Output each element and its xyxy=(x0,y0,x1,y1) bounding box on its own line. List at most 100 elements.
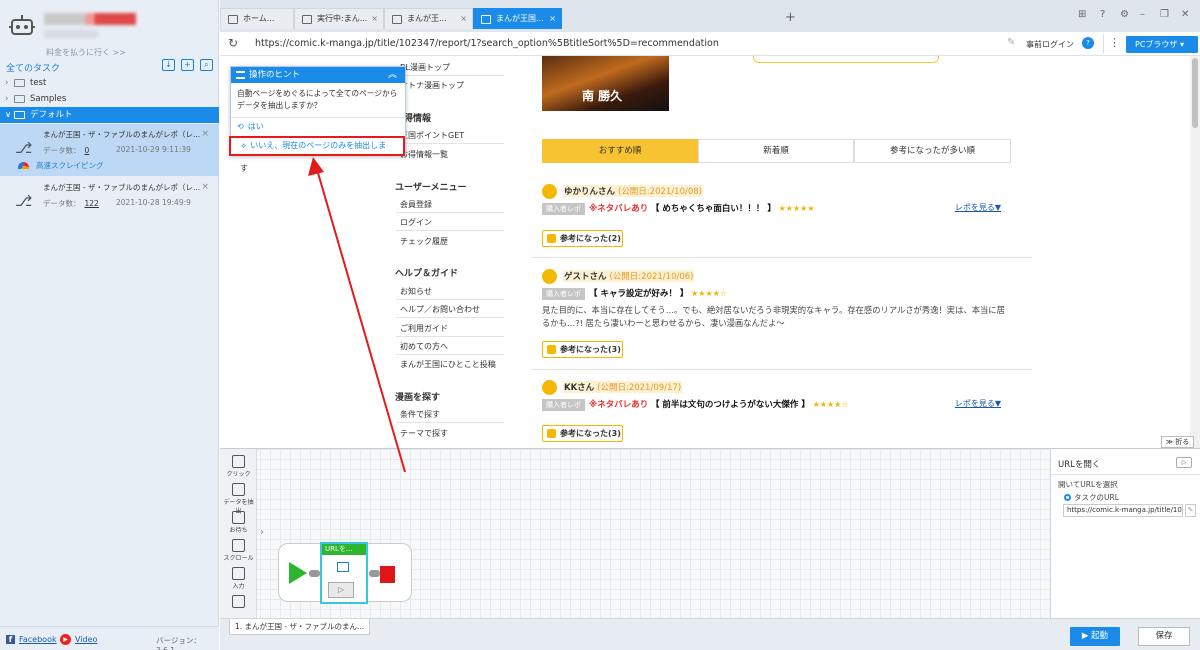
help-icon[interactable]: ? xyxy=(1100,9,1105,20)
tab-manga-1[interactable]: まんが王... × xyxy=(384,8,473,29)
nav-link[interactable]: BL漫画トップ xyxy=(400,62,450,73)
page-icon xyxy=(302,15,312,24)
facebook-link[interactable]: Facebook xyxy=(19,635,57,644)
tool-more[interactable] xyxy=(222,595,255,609)
task-url-radio[interactable]: タスクのURL xyxy=(1064,492,1119,503)
close-icon[interactable]: × xyxy=(371,9,378,29)
nav-link[interactable]: 条件で探す xyxy=(400,409,440,420)
save-button[interactable]: 保存 xyxy=(1138,627,1190,646)
rating-stars: ★★★★☆ xyxy=(691,289,727,298)
tool-input[interactable]: 入力 xyxy=(222,567,255,590)
nav-link[interactable]: オトナ漫画トップ xyxy=(400,80,464,91)
view-review-link[interactable]: レポを見る▼ xyxy=(955,202,1001,213)
start-button[interactable]: ▶ 起動 xyxy=(1070,627,1120,646)
task-item[interactable]: ⎇ まんが王国 - ザ・ファブルのまんがレポ（レ... データ数： 122 202… xyxy=(0,177,219,221)
node-play-icon[interactable]: ▷ xyxy=(328,582,354,598)
prelogin-button[interactable]: 事前ログイン xyxy=(1026,39,1074,50)
sort-recommended-tab[interactable]: おすすめ順 xyxy=(542,139,698,163)
task-url-field[interactable]: https://comic.k-manga.jp/title/1023 xyxy=(1063,504,1183,517)
pc-browser-select[interactable]: PCブラウザ ▾ xyxy=(1126,36,1198,53)
fold-button[interactable]: ≫ 折る xyxy=(1161,436,1194,448)
new-tab-icon[interactable]: + xyxy=(785,10,796,25)
close-icon[interactable]: × xyxy=(460,9,467,29)
workflow-flow: URLを... ▷ xyxy=(278,542,412,604)
url-field[interactable]: https://comic.k-manga.jp/title/102347/re… xyxy=(255,38,719,49)
nav-link[interactable]: ヘルプ／お問い合わせ xyxy=(400,304,480,315)
maximize-icon[interactable]: ❐ xyxy=(1160,9,1169,20)
nav-link[interactable]: ログイン xyxy=(400,217,432,228)
open-url-node[interactable]: URLを... ▷ xyxy=(320,542,368,604)
tool-scroll[interactable]: スクロール xyxy=(222,539,255,562)
home-icon xyxy=(228,15,238,24)
nav-link[interactable]: 王国ポイントGET xyxy=(400,130,464,141)
helpful-button[interactable]: 参考になった(3) xyxy=(542,425,623,442)
tab-home[interactable]: ホーム... xyxy=(220,8,294,29)
more-icon[interactable]: ⋮ xyxy=(1109,36,1120,49)
video-link[interactable]: Video xyxy=(75,635,97,644)
reload-icon[interactable]: ↻ xyxy=(228,36,238,50)
tool-click[interactable]: クリック xyxy=(222,455,255,478)
click-icon xyxy=(232,455,245,468)
youtube-icon[interactable]: ▶ xyxy=(60,634,71,645)
expand-palette-icon[interactable]: › xyxy=(260,527,264,538)
user-name-blurred xyxy=(44,13,136,25)
review-body: 見た目的に、本当に存在してそう…。でも、絶対居ないだろう非現実的なキャラ。存在感… xyxy=(542,305,1005,328)
properties-panel: URLを開く ▷ 開いてURLを選択 タスクのURL https://comic… xyxy=(1050,448,1200,618)
start-node-icon xyxy=(289,562,307,584)
search-task-icon[interactable]: ⌕ xyxy=(200,59,213,71)
step-tab[interactable]: 1. まんが王国 - ザ・ファブルのまん... xyxy=(229,619,371,635)
nav-link[interactable]: テーマで探す xyxy=(400,428,448,439)
close-window-icon[interactable]: ✕ xyxy=(1181,9,1189,20)
help-circle-icon[interactable]: ? xyxy=(1082,37,1094,49)
nav-link[interactable]: まんが王国にひとこと投稿 xyxy=(400,359,496,370)
hint-yes-option[interactable]: ⟲ はい xyxy=(237,121,268,132)
edit-icon[interactable]: ✎ xyxy=(1007,37,1015,48)
helpful-button[interactable]: 参考になった(3) xyxy=(542,341,623,358)
nav-link[interactable]: 会員登録 xyxy=(400,199,432,210)
close-icon[interactable]: × xyxy=(201,182,209,192)
nav-link[interactable]: 初めての方へ xyxy=(400,341,448,352)
new-task-icon[interactable]: + xyxy=(181,59,194,71)
task-data-count[interactable]: 122 xyxy=(85,199,99,208)
connector xyxy=(309,570,320,577)
sort-newest-tab[interactable]: 新着順 xyxy=(698,139,854,163)
folder-test[interactable]: › test xyxy=(0,75,219,91)
collapse-icon[interactable]: ︽ xyxy=(388,67,397,83)
close-icon[interactable]: × xyxy=(201,129,209,139)
folder-default[interactable]: ∨ デフォルト xyxy=(0,107,219,123)
edit-icon[interactable]: ✎ xyxy=(1185,504,1196,517)
tab-running[interactable]: 実行中:まん... × xyxy=(294,8,384,29)
close-icon[interactable]: × xyxy=(549,9,556,29)
gift-icon[interactable]: ⊞ xyxy=(1078,9,1086,20)
facebook-icon[interactable]: f xyxy=(6,635,15,644)
pay-link[interactable]: 料金を払うに行く >> xyxy=(46,47,126,58)
sort-helpful-tab[interactable]: 参考になったが多い順 xyxy=(854,139,1011,163)
import-task-icon[interactable]: ↓ xyxy=(162,59,175,71)
run-step-icon[interactable]: ▷ xyxy=(1176,457,1192,468)
view-review-link[interactable]: レポを見る▼ xyxy=(955,398,1001,409)
section-heading: ヘルプ＆ガイド xyxy=(395,269,459,279)
gear-icon[interactable]: ⚙ xyxy=(1120,9,1129,20)
hint-no-option[interactable]: ⟡ いいえ、現在のページのみを抽出しま xyxy=(229,136,405,156)
tab-bar: ホーム... 実行中:まん... × まんが王... × まんが王国... × + ⊞… xyxy=(220,0,1200,32)
nav-link[interactable]: お知らせ xyxy=(400,286,432,297)
tool-palette: クリック データを抽出 お待ち スクロール 入力 xyxy=(220,449,257,619)
tab-manga-2[interactable]: まんが王国... × xyxy=(473,8,562,29)
tool-wait[interactable]: お待ち xyxy=(222,511,255,534)
hint-icon xyxy=(236,71,245,79)
minimize-icon[interactable]: – xyxy=(1140,9,1145,20)
nav-link[interactable]: お得情報一覧 xyxy=(400,149,448,160)
helpful-button[interactable]: 参考になった(2) xyxy=(542,230,623,247)
folder-icon xyxy=(14,95,25,103)
all-tasks-label[interactable]: 全てのタスク xyxy=(6,61,60,74)
nav-link[interactable]: チェック履歴 xyxy=(400,236,448,247)
scrollbar[interactable] xyxy=(1190,56,1200,448)
nav-link[interactable]: ご利用ガイド xyxy=(400,323,448,334)
folder-samples[interactable]: › Samples xyxy=(0,91,219,107)
task-item[interactable]: ⎇ まんが王国 - ザ・ファブルのまんがレポ（レ... データ数： 0 2021-… xyxy=(0,124,219,176)
fast-scraping-badge: 高速スクレイピング xyxy=(18,160,104,171)
workflow-designer[interactable]: クリック データを抽出 お待ち スクロール 入力 › URLを... ▷ xyxy=(220,448,1050,619)
browser-icon xyxy=(337,562,349,572)
task-data-count[interactable]: 0 xyxy=(85,146,90,155)
wait-icon xyxy=(232,511,245,524)
